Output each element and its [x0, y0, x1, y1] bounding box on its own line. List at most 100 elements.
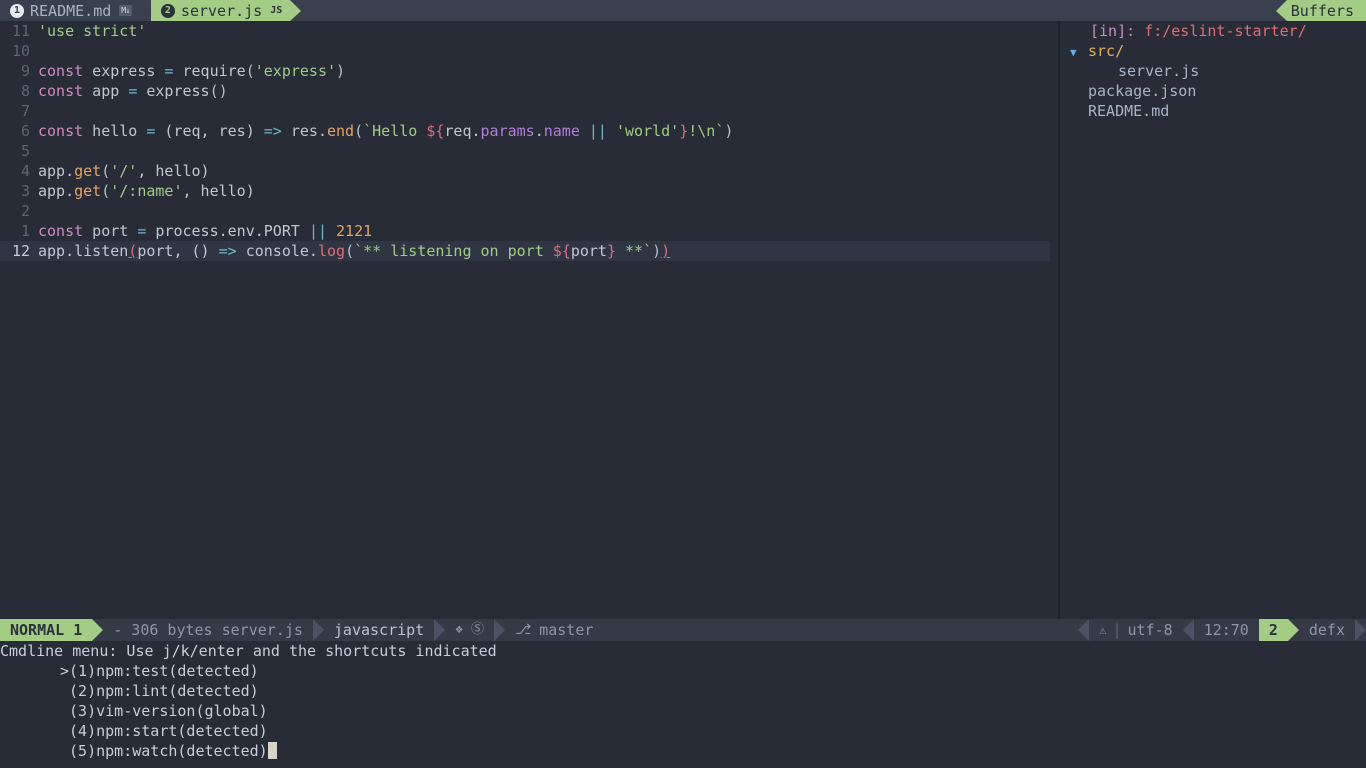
line-number: 12 [11, 242, 30, 260]
cmdline-item-label: (5)npm:watch(detected) [69, 742, 268, 760]
code-token: params [480, 122, 535, 140]
code-line[interactable]: 9 const express = require('express') [0, 61, 1050, 81]
status-filename: - 306 bytes server.js [113, 621, 303, 639]
code-token: log [317, 242, 346, 260]
code-text: 'use strict' [38, 21, 1050, 41]
cmdline-menu-item[interactable]: >(1)npm:test(detected) [0, 661, 1366, 681]
code-text: app.listen(port, () => console.log(`** l… [38, 241, 1050, 261]
status-encoding-value: utf-8 [1127, 621, 1173, 639]
cmdline-menu[interactable]: Cmdline menu: Use j/k/enter and the shor… [0, 641, 1366, 768]
code-line[interactable]: 4 app.get('/', hello) [0, 161, 1050, 181]
chevron-down-icon[interactable]: ▼ [1070, 43, 1084, 63]
diamond-icon: ❖ [455, 622, 464, 637]
code-line[interactable]: 7 [0, 101, 1050, 121]
code-token: `Hello [363, 122, 427, 140]
code-line[interactable]: 10 [0, 41, 1050, 61]
git-branch-icon: ⎇ [515, 622, 532, 638]
code-token: express [137, 82, 210, 100]
cmdline-menu-item[interactable]: (4)npm:start(detected) [0, 721, 1366, 741]
code-token: res. [281, 122, 327, 140]
code-line[interactable]: 12 app.listen(port, () => console.log(`**… [0, 241, 1050, 261]
code-line[interactable]: 5 [0, 141, 1050, 161]
tab-separator-icon [290, 0, 302, 21]
file-explorer[interactable]: [in]: f:/eslint-starter/▼ src/ server.js … [1060, 21, 1366, 619]
code-token: ) [336, 62, 346, 80]
cmdline-menu-item[interactable]: (3)vim-version(global) [0, 701, 1366, 721]
status-branch: ⎇ master [505, 619, 603, 641]
tab-server-js[interactable]: 2 server.js JS [150, 0, 291, 21]
code-token: const [38, 82, 84, 100]
file-explorer-root-path: f:/eslint-starter/ [1144, 22, 1307, 40]
code-token: ( [101, 162, 111, 180]
file-explorer-item[interactable]: package.json [1060, 81, 1366, 101]
warning-icon: ⚠ [1099, 623, 1107, 637]
line-number: 7 [20, 102, 30, 120]
status-separator-icon [1182, 619, 1194, 641]
code-editor[interactable]: 11 'use strict' 10 9 const express = require… [0, 21, 1050, 619]
status-separator-icon [1355, 619, 1366, 641]
status-divider: | [1112, 621, 1122, 639]
tab-separator-icon [139, 0, 151, 21]
tabline: 1 README.md M↓ 2 server.js JS Buffers [0, 0, 1366, 21]
line-number: 4 [20, 162, 30, 180]
status-right-buffer-name: defx [1308, 621, 1345, 639]
code-line[interactable]: 6 const hello = (req, res) => res.end(`He… [0, 121, 1050, 141]
file-explorer-item[interactable]: ▼ src/ [1060, 41, 1366, 61]
code-token: express [83, 62, 165, 80]
line-number: 11 [11, 22, 30, 40]
tab-label: README.md [30, 1, 112, 20]
code-token: listen [74, 242, 129, 260]
code-token: !\n` [688, 122, 725, 140]
editor-window: 1 README.md M↓ 2 server.js JS Buffers 11… [0, 0, 1366, 768]
tab-number-badge: 1 [10, 3, 24, 18]
cmdline-menu-item[interactable]: (5)npm:watch(detected) [0, 741, 1366, 761]
cmdline-item-label: (3)vim-version(global) [69, 702, 268, 720]
cmdline-selection-marker [60, 702, 69, 720]
tab-label: server.js [180, 1, 263, 20]
code-token: name [543, 122, 580, 140]
code-token: console. [236, 242, 318, 260]
code-line[interactable]: 11 'use strict' [0, 21, 1050, 41]
cmdline-item-list[interactable]: >(1)npm:test(detected) (2)npm:lint(detec… [0, 661, 1366, 761]
buffers-separator-icon [1275, 0, 1287, 21]
status-separator-icon [494, 619, 506, 641]
code-token: 'use strict' [38, 22, 147, 40]
line-number: 3 [20, 182, 30, 200]
status-branch-name: master [539, 621, 594, 639]
cmdline-selection-marker: > [60, 662, 70, 680]
code-token: require [173, 62, 246, 80]
cmdline-menu-item[interactable]: (2)npm:lint(detected) [0, 681, 1366, 701]
code-line[interactable]: 3 app.get('/:name', hello) [0, 181, 1050, 201]
code-line[interactable]: 1 const port = process.env.PORT || 2121 [0, 221, 1050, 241]
status-right-window-number: 2 [1258, 619, 1288, 641]
code-token: 'world' [616, 122, 680, 140]
file-explorer-item[interactable]: README.md [1060, 101, 1366, 121]
code-token: process.env.PORT [146, 222, 309, 240]
code-token: ( [345, 242, 355, 260]
code-token: . [534, 122, 544, 140]
statusline-filler [603, 619, 1078, 641]
code-text: const port = process.env.PORT || 2121 [38, 221, 1050, 241]
code-token: = [128, 82, 138, 100]
file-explorer-item-label: src/ [1088, 42, 1125, 60]
code-token: const [38, 222, 84, 240]
file-explorer-item[interactable]: server.js [1060, 61, 1366, 81]
code-token: ( [128, 242, 138, 260]
code-token: ) [652, 242, 662, 260]
code-line[interactable]: 8 const app = express() [0, 81, 1050, 101]
code-token: get [74, 162, 102, 180]
cmdline-prompt: Cmdline menu: Use j/k/enter and the shor… [0, 642, 497, 660]
code-text: const hello = (req, res) => res.end(`Hel… [38, 121, 1050, 141]
tab-readme-md[interactable]: 1 README.md M↓ [0, 0, 140, 21]
code-token: ${ [552, 242, 571, 260]
code-token: (req, res) [155, 122, 264, 140]
code-line[interactable]: 2 [0, 201, 1050, 221]
file-explorer-item-label: package.json [1088, 82, 1197, 100]
tab-buffers[interactable]: Buffers [1286, 0, 1366, 21]
markdown-icon: M↓ [119, 5, 132, 16]
status-separator-icon [1287, 619, 1299, 641]
